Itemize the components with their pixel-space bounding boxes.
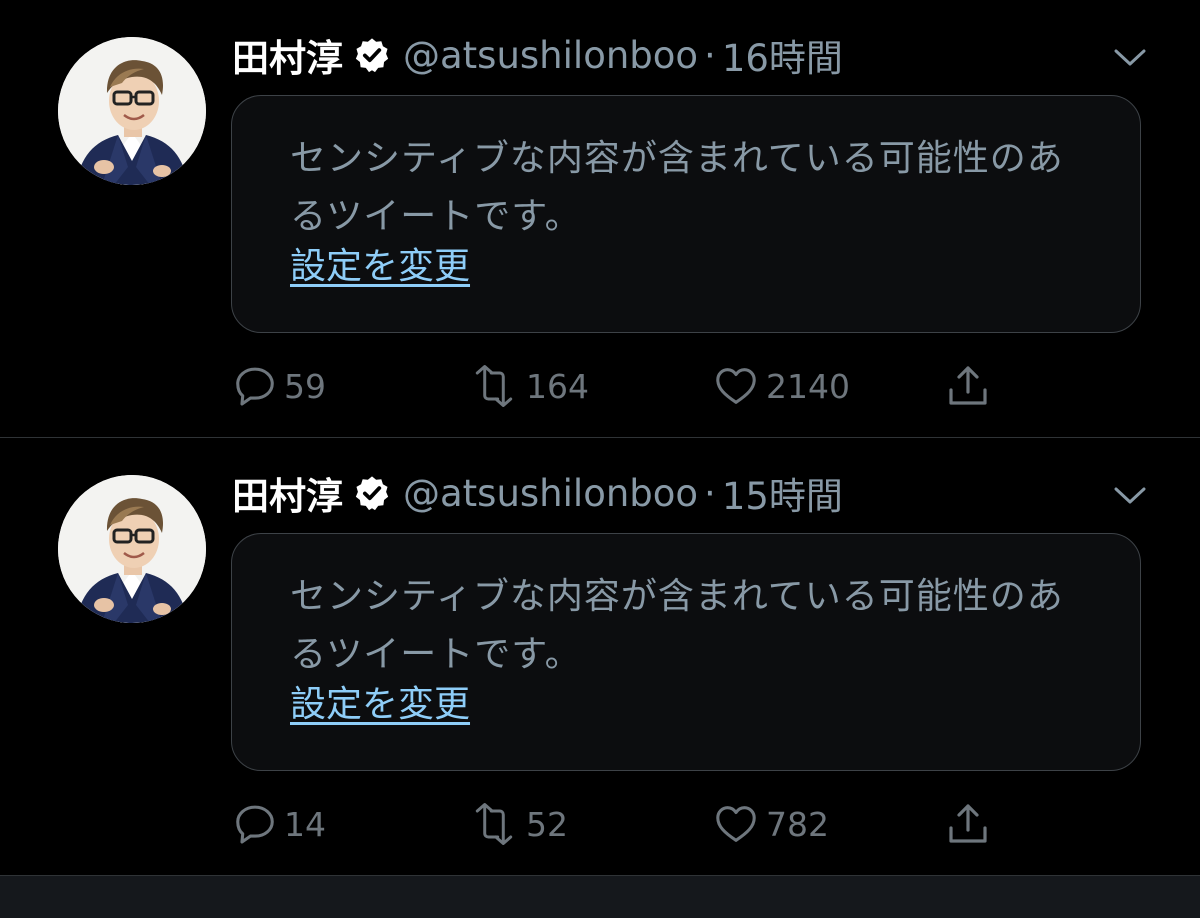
timestamp[interactable]: 16時間: [722, 28, 843, 82]
reply-icon: [232, 363, 278, 409]
separator-dot: ·: [704, 471, 716, 515]
retweet-icon: [468, 363, 520, 409]
tweet-actions: 14 52 782: [232, 794, 1032, 854]
sensitive-notice-text: センシティブな内容が含まれている可能性のあるツイートです。: [290, 576, 1064, 675]
retweet-button[interactable]: 52: [468, 794, 568, 854]
sensitive-content-notice: センシティブな内容が含まれている可能性のあるツイートです。 設定を変更: [231, 95, 1141, 333]
next-tweet-edge: [0, 875, 1200, 918]
verified-badge-icon: [353, 36, 391, 74]
reply-button[interactable]: 14: [232, 794, 326, 854]
reply-icon: [232, 801, 278, 847]
timestamp[interactable]: 15時間: [722, 466, 843, 520]
share-icon: [944, 362, 992, 410]
tweet-header: 田村淳 @atsushilonboo · 16時間: [232, 28, 843, 82]
share-icon: [944, 800, 992, 848]
change-settings-link[interactable]: 設定を変更: [290, 682, 470, 728]
share-button[interactable]: [944, 356, 992, 416]
tweet-header: 田村淳 @atsushilonboo · 15時間: [232, 466, 843, 520]
heart-icon: [712, 363, 760, 409]
verified-badge-icon: [353, 474, 391, 512]
chevron-down-icon[interactable]: [1110, 478, 1150, 512]
like-button[interactable]: 2140: [712, 356, 850, 416]
like-count: 2140: [766, 366, 850, 406]
avatar[interactable]: [58, 475, 206, 623]
heart-icon: [712, 801, 760, 847]
sensitive-notice-text: センシティブな内容が含まれている可能性のあるツイートです。: [290, 138, 1064, 237]
reply-count: 14: [284, 804, 326, 844]
sensitive-content-notice: センシティブな内容が含まれている可能性のあるツイートです。 設定を変更: [231, 533, 1141, 771]
share-button[interactable]: [944, 794, 992, 854]
retweet-count: 164: [526, 366, 589, 406]
handle[interactable]: @atsushilonboo: [403, 472, 698, 515]
display-name[interactable]: 田村淳: [232, 466, 343, 520]
tweet[interactable]: 田村淳 @atsushilonboo · 16時間 センシティブな内容が含まれて…: [0, 0, 1200, 437]
separator-dot: ·: [704, 33, 716, 77]
display-name[interactable]: 田村淳: [232, 28, 343, 82]
retweet-count: 52: [526, 804, 568, 844]
avatar[interactable]: [58, 37, 206, 185]
reply-count: 59: [284, 366, 326, 406]
like-count: 782: [766, 804, 829, 844]
tweet-actions: 59 164 2140: [232, 356, 1032, 416]
handle[interactable]: @atsushilonboo: [403, 34, 698, 77]
tweet[interactable]: 田村淳 @atsushilonboo · 15時間 センシティブな内容が含まれて…: [0, 438, 1200, 875]
chevron-down-icon[interactable]: [1110, 40, 1150, 74]
like-button[interactable]: 782: [712, 794, 829, 854]
retweet-icon: [468, 801, 520, 847]
reply-button[interactable]: 59: [232, 356, 326, 416]
retweet-button[interactable]: 164: [468, 356, 589, 416]
change-settings-link[interactable]: 設定を変更: [290, 244, 470, 290]
